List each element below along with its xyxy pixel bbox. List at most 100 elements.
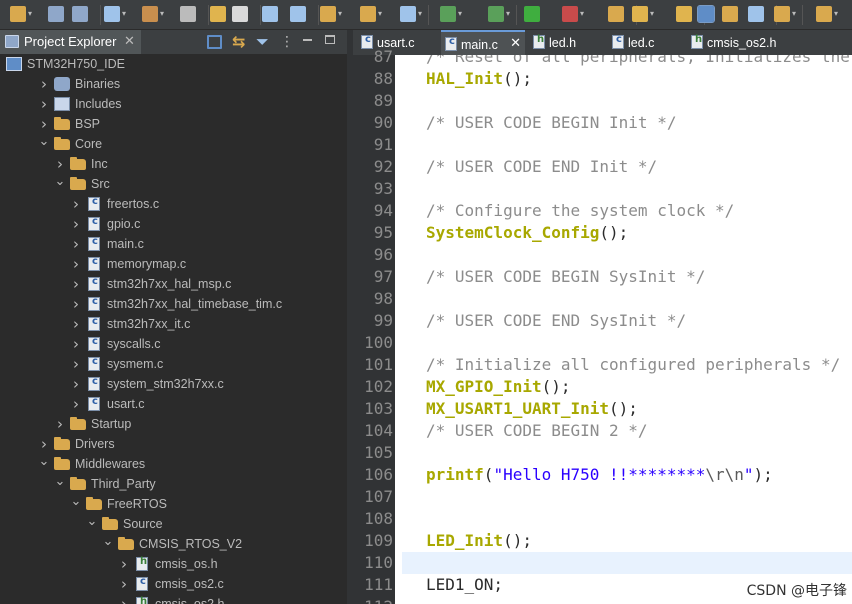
chevron-right-icon[interactable]: › [70, 277, 82, 292]
chevron-right-icon[interactable]: › [118, 577, 130, 592]
chevron-down-icon[interactable]: ⌄ [54, 475, 66, 491]
pilcrow-icon[interactable] [748, 6, 764, 22]
tree-item[interactable]: › Startup [0, 414, 347, 434]
chevron-right-icon[interactable]: › [70, 357, 82, 372]
stop-run-icon[interactable] [562, 6, 578, 22]
code-text-area[interactable]: /* Reset of all peripherals, Initializes… [402, 55, 852, 604]
dropdown-chevron-icon[interactable]: ▾ [580, 9, 584, 19]
tree-item[interactable]: ⌄ Src [0, 174, 347, 194]
chevron-right-icon[interactable]: › [38, 117, 50, 132]
search-icon[interactable] [262, 6, 278, 22]
tree-item[interactable]: ⌄ CMSIS_RTOS_V2 [0, 534, 347, 554]
tree-item[interactable]: › stm32h7xx_it.c [0, 314, 347, 334]
chevron-right-icon[interactable]: › [70, 257, 82, 272]
editor-tab[interactable]: main.c ✕ [441, 30, 525, 55]
tree-item[interactable]: › stm32h7xx_hal_msp.c [0, 274, 347, 294]
tree-item[interactable]: › Inc [0, 154, 347, 174]
refresh-icon[interactable] [440, 6, 456, 22]
chevron-right-icon[interactable]: › [38, 97, 50, 112]
save-icon[interactable] [48, 6, 64, 22]
chevron-down-icon[interactable]: ⌄ [102, 535, 114, 551]
wrench-icon[interactable] [180, 6, 196, 22]
redo-icon[interactable] [232, 6, 248, 22]
chevron-right-icon[interactable]: › [38, 77, 50, 92]
filter-icon[interactable]: ⏷ [256, 33, 269, 51]
chevron-right-icon[interactable]: › [118, 597, 130, 604]
chevron-down-icon[interactable]: ⌄ [38, 455, 50, 471]
chevron-right-icon[interactable]: › [70, 297, 82, 312]
chevron-right-icon[interactable]: › [38, 437, 50, 452]
import-icon[interactable] [360, 6, 376, 22]
new-project-icon[interactable] [320, 6, 336, 22]
tree-item[interactable]: › usart.c [0, 394, 347, 414]
tree-item[interactable]: › BSP [0, 114, 347, 134]
dropdown-chevron-icon[interactable]: ▾ [650, 9, 654, 19]
tree-item[interactable]: › Includes [0, 94, 347, 114]
debug-icon[interactable] [488, 6, 504, 22]
dropdown-chevron-icon[interactable]: ▾ [28, 9, 32, 19]
chevron-right-icon[interactable]: › [70, 337, 82, 352]
toggle-mark-icon[interactable] [697, 5, 715, 23]
dropdown-chevron-icon[interactable]: ▾ [160, 9, 164, 19]
tree-item[interactable]: › memorymap.c [0, 254, 347, 274]
project-explorer-tab[interactable]: Project Explorer ✕ [0, 30, 141, 54]
tree-item[interactable]: › gpio.c [0, 214, 347, 234]
open-folder-icon[interactable] [608, 6, 624, 22]
chevron-right-icon[interactable]: › [70, 217, 82, 232]
chevron-right-icon[interactable]: › [70, 397, 82, 412]
chevron-down-icon[interactable]: ⌄ [38, 135, 50, 151]
dropdown-chevron-icon[interactable]: ▾ [122, 9, 126, 19]
tree-item[interactable]: › cmsis_os.h [0, 554, 347, 574]
tree-item[interactable]: ⌄ Third_Party [0, 474, 347, 494]
undo-icon[interactable] [210, 6, 226, 22]
chevron-right-icon[interactable]: › [70, 317, 82, 332]
next-annotation-icon[interactable] [774, 6, 790, 22]
tree-item[interactable]: › stm32h7xx_hal_timebase_tim.c [0, 294, 347, 314]
minimize-icon[interactable] [207, 35, 222, 49]
tree-item[interactable]: › Drivers [0, 434, 347, 454]
tree-item[interactable]: › main.c [0, 234, 347, 254]
dropdown-chevron-icon[interactable]: ▾ [378, 9, 382, 19]
chevron-right-icon[interactable]: › [118, 557, 130, 572]
close-icon[interactable]: ✕ [510, 36, 521, 52]
prev-annotation-icon[interactable] [816, 6, 832, 22]
tree-item[interactable]: ⌄ Source [0, 514, 347, 534]
tree-item[interactable]: › system_stm32h7xx.c [0, 374, 347, 394]
close-tab-icon[interactable]: ✕ [124, 34, 135, 50]
dropdown-chevron-icon[interactable]: ▾ [792, 9, 796, 19]
tree-item[interactable]: › cmsis_os2.h [0, 594, 347, 604]
dropdown-chevron-icon[interactable]: ▾ [458, 9, 462, 19]
tree-item[interactable]: ⌄ Core [0, 134, 347, 154]
highlight-icon[interactable] [676, 6, 692, 22]
save-all-icon[interactable] [72, 6, 88, 22]
tree-item[interactable]: › cmsis_os2.c [0, 574, 347, 594]
minimize-view-icon[interactable] [303, 39, 312, 41]
chevron-right-icon[interactable]: › [54, 417, 66, 432]
dropdown-chevron-icon[interactable]: ▾ [834, 9, 838, 19]
tree-item[interactable]: › Binaries [0, 74, 347, 94]
tree-item[interactable]: › syscalls.c [0, 334, 347, 354]
tree-item[interactable]: › freertos.c [0, 194, 347, 214]
dropdown-chevron-icon[interactable]: ▾ [338, 9, 342, 19]
tree-item[interactable]: ⌄ FreeRTOS [0, 494, 347, 514]
chevron-right-icon[interactable]: › [70, 237, 82, 252]
edit-icon[interactable] [722, 6, 738, 22]
run-icon[interactable] [524, 6, 540, 22]
link-with-editor-icon[interactable]: ⇆ [232, 33, 245, 51]
tree-item[interactable]: STM32H750_IDE [0, 54, 347, 74]
debug-bug-icon[interactable] [290, 6, 306, 22]
chevron-right-icon[interactable]: › [70, 377, 82, 392]
new-c-file-icon[interactable] [400, 6, 416, 22]
new-icon[interactable] [10, 6, 26, 22]
chevron-down-icon[interactable]: ⌄ [70, 495, 82, 511]
dropdown-chevron-icon[interactable]: ▾ [418, 9, 422, 19]
editor-tab[interactable]: led.c [608, 30, 684, 55]
view-menu-icon[interactable]: ⋮ [280, 33, 294, 51]
chevron-down-icon[interactable]: ⌄ [54, 175, 66, 191]
chevron-right-icon[interactable]: › [70, 197, 82, 212]
dropdown-chevron-icon[interactable]: ▾ [506, 9, 510, 19]
pen-tool-icon[interactable] [632, 6, 648, 22]
chevron-right-icon[interactable]: › [54, 157, 66, 172]
chevron-down-icon[interactable]: ⌄ [86, 515, 98, 531]
tree-item[interactable]: › sysmem.c [0, 354, 347, 374]
